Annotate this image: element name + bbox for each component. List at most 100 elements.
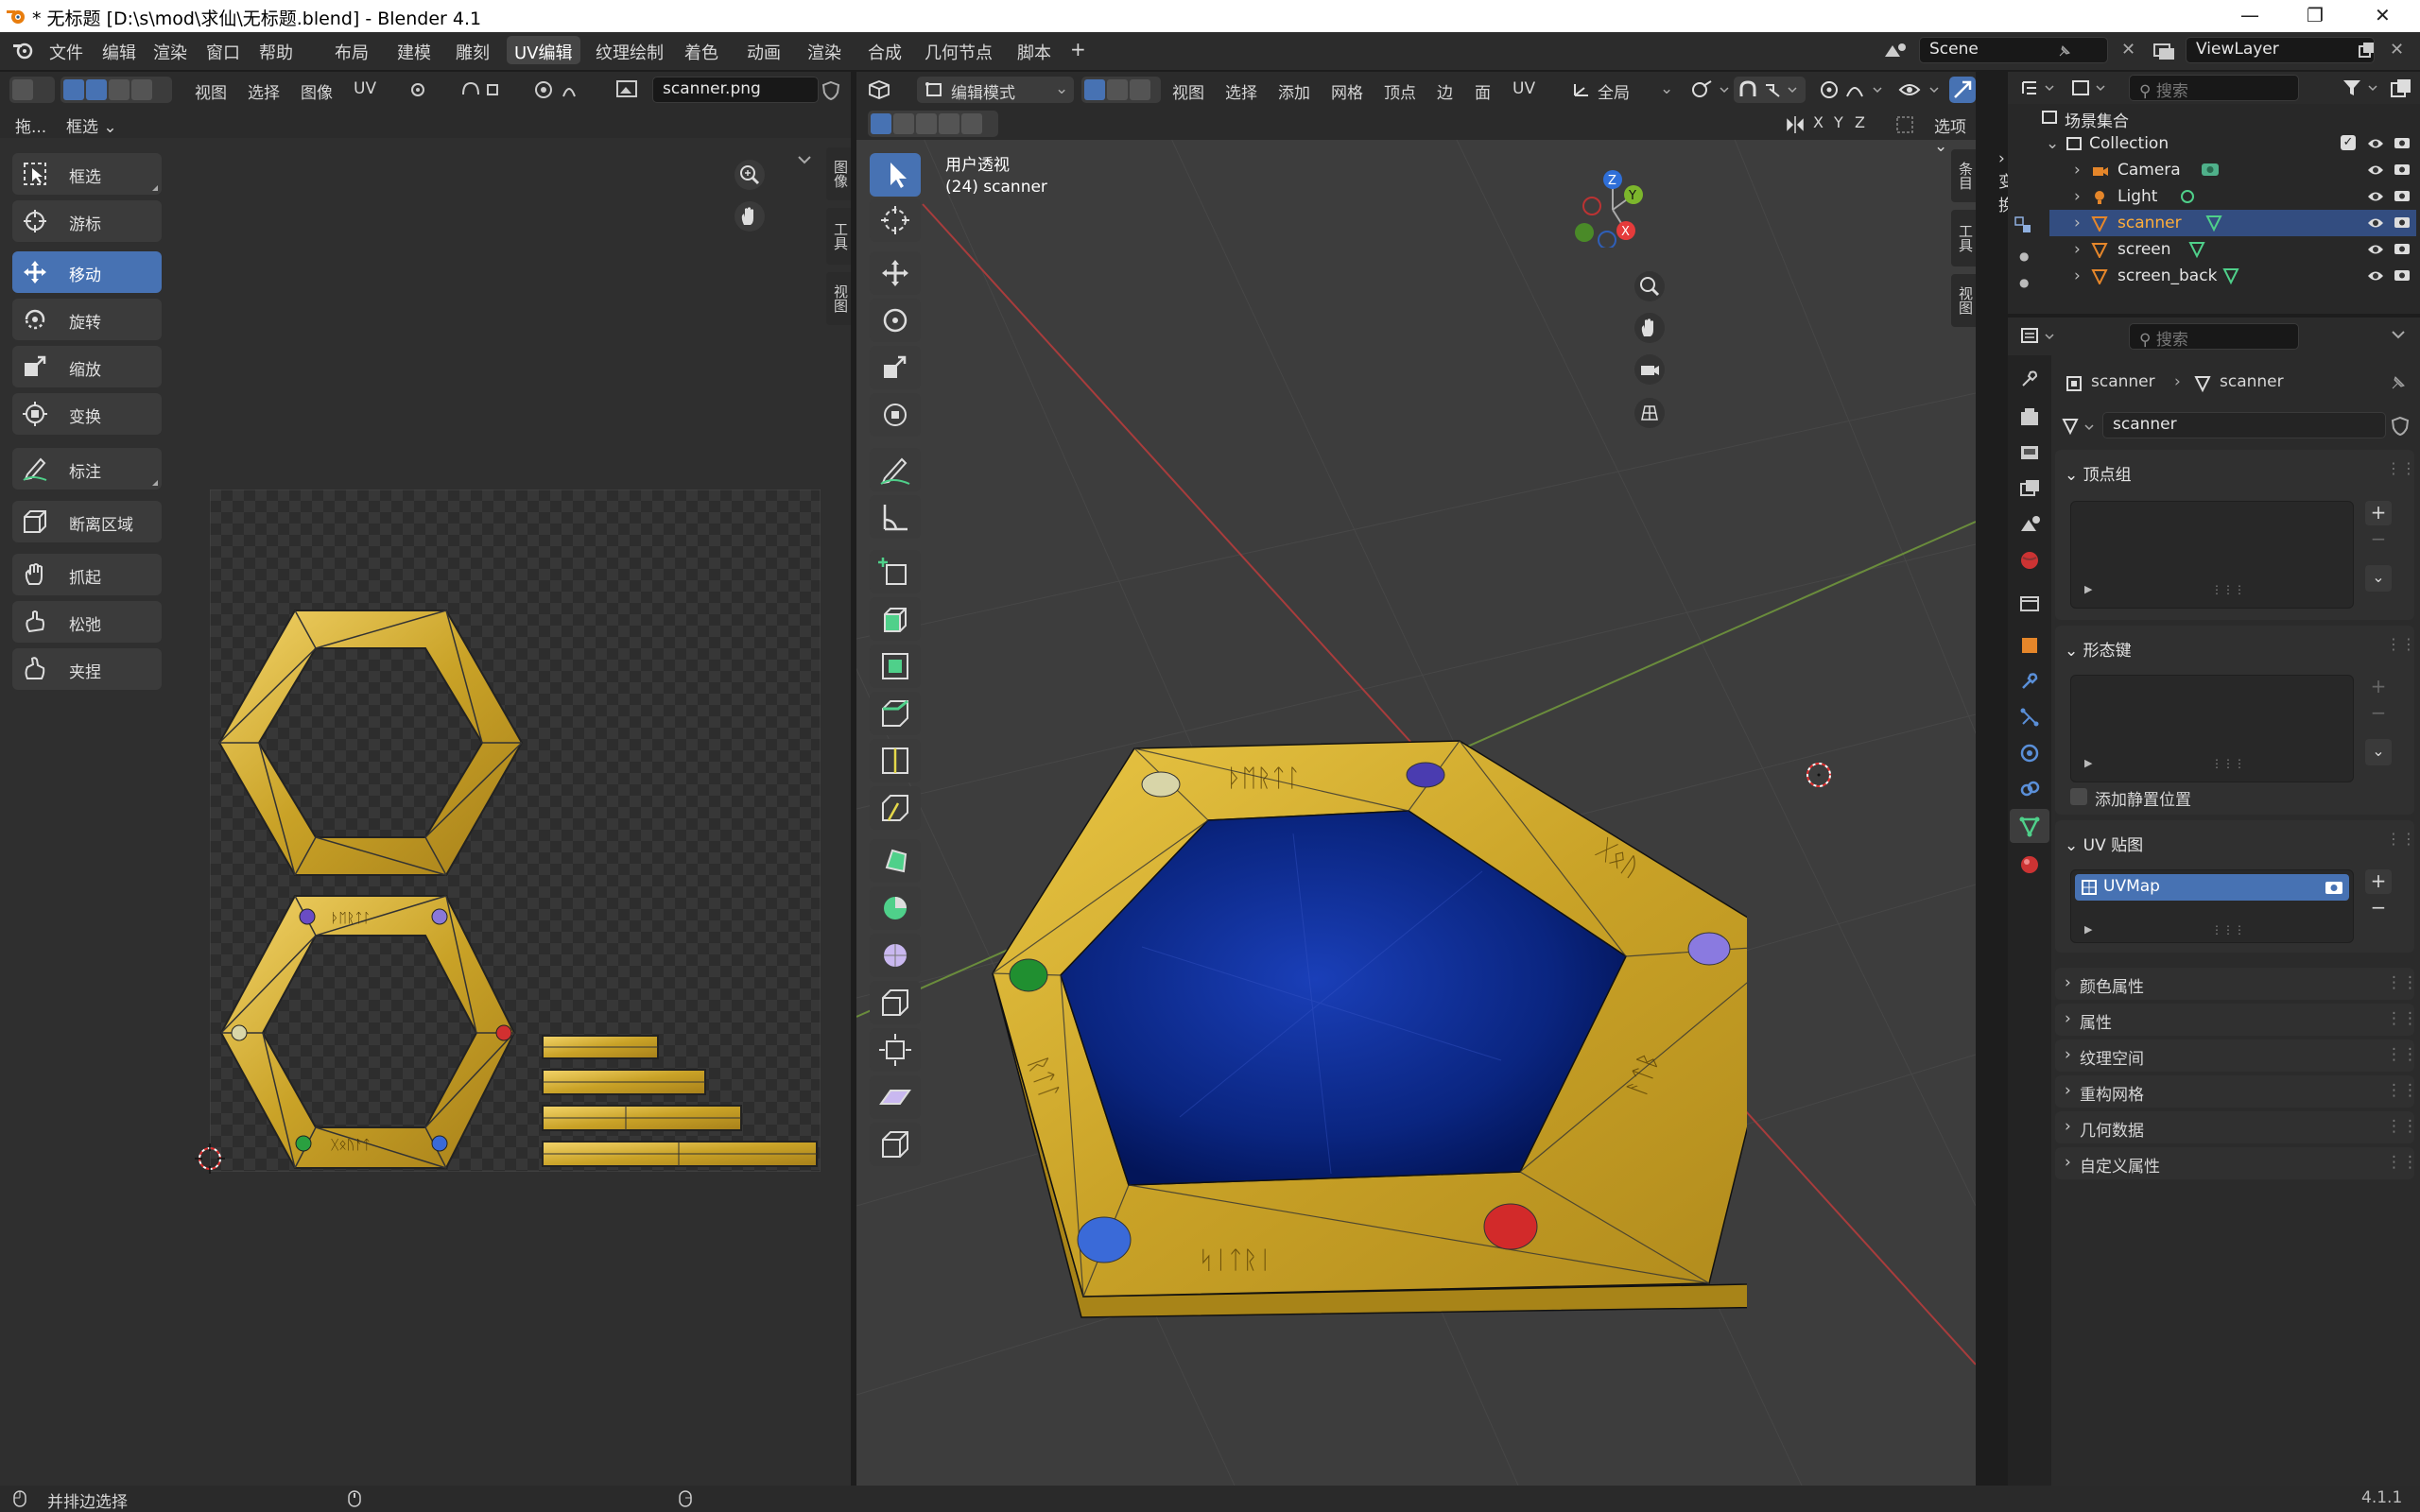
mirror-z-toggle[interactable]: Z <box>1855 113 1865 131</box>
add-vertex-group-button[interactable]: + <box>2365 501 2392 525</box>
outliner-editor-icon[interactable] <box>2019 77 2057 98</box>
properties-search[interactable]: ⚲ 搜索 <box>2129 323 2299 350</box>
vtool-shrink-fatten[interactable] <box>870 1028 921 1072</box>
vtool-cursor[interactable] <box>870 198 921 242</box>
tool-rip-region[interactable]: 断离区域 <box>12 501 162 542</box>
collapsed-panel[interactable]: › 重构网格 ⋮⋮ <box>2055 1075 2418 1108</box>
uv-select-mode-group[interactable] <box>60 77 172 103</box>
vertex-mode-icon[interactable] <box>1084 79 1105 100</box>
pivot-point-icon[interactable] <box>408 79 446 100</box>
vtool-scale[interactable] <box>870 346 921 389</box>
uv-menu-view[interactable]: 视图 <box>195 79 227 103</box>
vertex-select-icon[interactable] <box>86 79 107 100</box>
tool-box-select[interactable]: 框选 <box>12 153 162 195</box>
pin-icon[interactable] <box>2057 43 2072 59</box>
outliner-item-Light[interactable]: › Light <box>2049 183 2416 210</box>
edge-select-icon[interactable] <box>109 79 130 100</box>
minimize-button[interactable]: — <box>2240 4 2259 26</box>
side-tab-tool[interactable]: 工具 <box>826 208 851 265</box>
select-extend-icon[interactable] <box>893 113 914 134</box>
expand-chevron-icon[interactable]: › <box>2074 214 2081 232</box>
tool-annotate[interactable]: 标注 <box>12 448 162 490</box>
particles-tab-icon[interactable] <box>2017 705 2042 730</box>
vtool-edge-slide[interactable] <box>870 981 921 1024</box>
viewport-menu-face[interactable]: 面 <box>1475 79 1491 103</box>
side-tab-view[interactable]: 视图 <box>826 272 851 325</box>
workspace-tab-rendering[interactable]: 渲染 <box>800 36 849 64</box>
tool-rotate[interactable]: 旋转 <box>12 299 162 340</box>
expand-chevron-icon[interactable]: › <box>2074 240 2081 259</box>
add-uv-map-button[interactable]: + <box>2365 869 2392 894</box>
uv-editor[interactable]: 视图 选择 图像 UV scanner.png 拖... 框选 ⌄ 框选 游标 … <box>0 72 851 1486</box>
remove-uv-map-button[interactable]: − <box>2365 896 2392 920</box>
add-shape-key-button[interactable]: + <box>2365 675 2392 699</box>
menu-edit[interactable]: 编辑 <box>102 40 136 64</box>
outliner-item-Camera[interactable]: › Camera <box>2049 157 2416 183</box>
scene-selector[interactable]: Scene <box>1919 37 2108 63</box>
camera-view-icon[interactable] <box>1634 353 1666 386</box>
expand-chevron-icon[interactable]: › <box>2074 266 2081 285</box>
uv-maps-header[interactable]: ⌄ UV 贴图 <box>2065 832 2405 855</box>
drag-handle[interactable]: ⋮⋮ <box>2386 1009 2418 1028</box>
object-data-mesh-icon[interactable] <box>2187 240 2206 259</box>
side-tab-image[interactable]: 图像 <box>826 147 851 200</box>
drag-handle[interactable]: ⋮⋮ <box>2386 1153 2418 1172</box>
tool-pinch[interactable]: 夹捏 <box>12 648 162 690</box>
tool-tab-icon[interactable] <box>2017 367 2042 391</box>
viewport-menu-uv[interactable]: UV <box>1512 79 1535 98</box>
gizmo-toggle[interactable] <box>1949 77 1976 103</box>
select-invert-icon[interactable] <box>939 113 959 134</box>
hide-eye-icon[interactable] <box>2367 269 2384 283</box>
view-layer-selector[interactable]: ViewLayer <box>2186 37 2375 63</box>
viewport-menu-view[interactable]: 视图 <box>1172 79 1204 103</box>
object-mode-indicator-icon[interactable] <box>2014 214 2034 234</box>
view-layer-tab-icon[interactable] <box>2017 476 2042 501</box>
render-camera-icon[interactable] <box>2394 242 2411 255</box>
render-camera-icon[interactable] <box>2394 163 2411 176</box>
vtool-spin[interactable] <box>870 886 921 930</box>
hide-eye-icon[interactable] <box>2367 190 2384 203</box>
modifier-tab-icon[interactable] <box>2017 669 2042 694</box>
filter-icon[interactable] <box>2341 77 2382 98</box>
vtool-measure[interactable] <box>870 495 921 539</box>
constraints-tab-icon[interactable] <box>2017 777 2042 801</box>
hide-eye-icon[interactable] <box>2367 243 2384 256</box>
zoom-icon[interactable] <box>734 159 766 191</box>
image-browse-icon[interactable] <box>614 77 647 102</box>
snap-icon[interactable] <box>459 79 516 100</box>
vtool-shear[interactable] <box>870 1075 921 1119</box>
menu-file[interactable]: 文件 <box>49 40 83 64</box>
3d-viewport[interactable]: 编辑模式 ⌄ 视图 选择 添加 网格 顶点 边 面 UV 全局 ⌄ X Y Z … <box>856 72 2014 1486</box>
visibility-icon[interactable] <box>1898 77 1947 102</box>
tool-scale[interactable]: 缩放 <box>12 346 162 387</box>
mesh-select-mode-group[interactable] <box>1081 77 1161 103</box>
hide-eye-icon[interactable] <box>2367 216 2384 230</box>
tool-transform[interactable]: 变换 <box>12 393 162 435</box>
viewport-menu-add[interactable]: 添加 <box>1278 79 1310 103</box>
outliner-item-screen-back[interactable]: › screen_back <box>2049 263 2416 289</box>
vtool-rip[interactable] <box>870 1123 921 1166</box>
proportional-edit-toggle[interactable] <box>1815 77 1891 103</box>
collapsed-panel[interactable]: › 颜色属性 ⋮⋮ <box>2055 968 2418 1000</box>
remove-vertex-group-button[interactable]: − <box>2365 527 2392 552</box>
editor-type-selector[interactable] <box>9 77 55 103</box>
workspace-tab-sculpting[interactable]: 雕刻 <box>448 36 497 64</box>
tool-grab[interactable]: 抓起 <box>12 554 162 595</box>
expand-chevron-icon[interactable]: ⌄ <box>2046 134 2059 153</box>
side-tab-tool[interactable]: 工具 <box>1951 210 1976 266</box>
object-data-mesh-icon[interactable] <box>2221 266 2240 285</box>
mirror-icon[interactable] <box>1785 114 1806 135</box>
drag-handle[interactable]: ⋮⋮ <box>2386 973 2418 992</box>
select-set-icon[interactable] <box>871 113 891 134</box>
image-name-field[interactable]: scanner.png <box>652 77 819 103</box>
auto-merge-icon[interactable] <box>1894 114 1915 135</box>
blender-menu-icon[interactable] <box>11 40 34 60</box>
pin-icon[interactable] <box>2390 374 2407 391</box>
collection-exclude-checkbox[interactable]: ✓ <box>2341 135 2356 150</box>
material-tab-icon[interactable] <box>2017 852 2042 877</box>
vertex-group-specials-button[interactable]: ⌄ <box>2365 565 2392 592</box>
scanner-mesh[interactable]: ᚦᛖᚱᛏᛚ ᚷᛟᚢ ᚨᛏᛒ ᛋᛁᛏᚱᛁ ᚱᛏᛚ <box>991 663 1747 1344</box>
close-button[interactable]: ✕ <box>2375 4 2391 26</box>
select-subtract-icon[interactable] <box>916 113 937 134</box>
properties-editor-icon[interactable] <box>2019 325 2057 348</box>
